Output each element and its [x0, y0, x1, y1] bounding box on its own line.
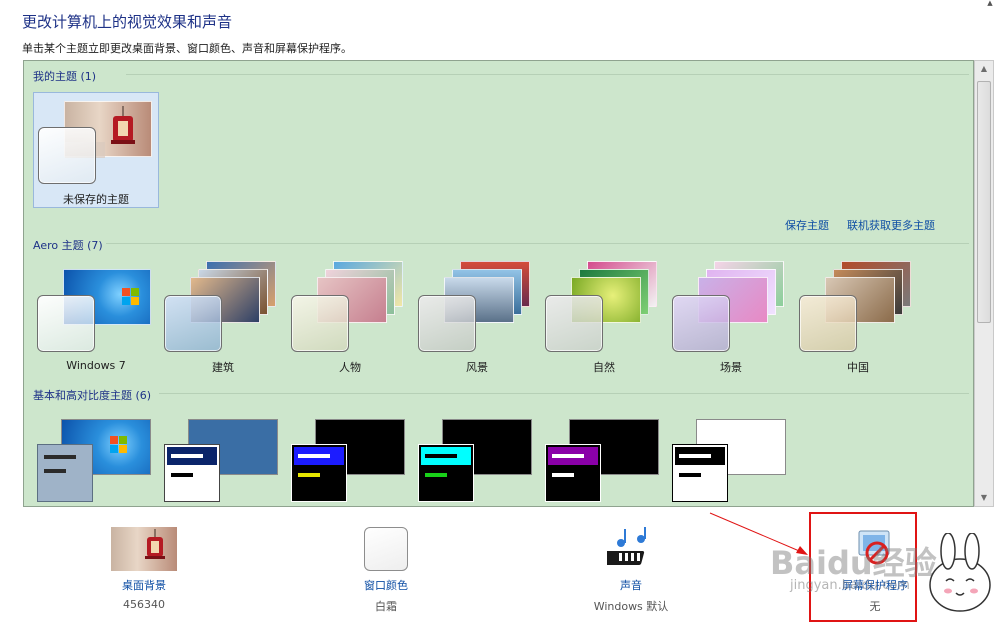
- music-notes-keyboard-icon: [607, 527, 646, 565]
- theme-name: 人物: [339, 361, 361, 374]
- save-theme-link[interactable]: 保存主题: [785, 217, 829, 233]
- theme-name: 建筑: [212, 361, 234, 374]
- scroll-up-arrow-icon[interactable]: ▲: [975, 61, 993, 77]
- theme-name: 场景: [720, 361, 742, 374]
- theme-high-contrast-2[interactable]: [414, 419, 540, 509]
- window-color-swatch: [37, 444, 93, 502]
- theme-scenes[interactable]: 场景: [668, 261, 794, 377]
- window-color-swatch: [672, 295, 730, 352]
- scroll-up-arrow-icon[interactable]: ▲: [985, 0, 995, 7]
- section-divider: [159, 393, 969, 394]
- window-color-swatch: [418, 295, 476, 352]
- theme-unsaved[interactable]: 未保存的主题: [33, 92, 159, 208]
- window-color-swatch: [672, 444, 728, 502]
- desktop-background-value: 456340: [123, 598, 165, 611]
- window-color-setting[interactable]: 窗口颜色 白霜: [326, 527, 446, 614]
- window-color-swatch: [37, 295, 95, 352]
- window-color-swatch: [545, 295, 603, 352]
- theme-name: 风景: [466, 361, 488, 374]
- section-basic-themes-heading: 基本和高对比度主题 (6): [33, 389, 152, 402]
- section-my-themes-heading: 我的主题 (1): [33, 70, 97, 83]
- get-more-themes-online-link[interactable]: 联机获取更多主题: [847, 217, 935, 233]
- page-subtitle: 单击某个主题立即更改桌面背景、窗口颜色、声音和屏幕保护程序。: [22, 42, 352, 55]
- theme-china[interactable]: 中国: [795, 261, 921, 377]
- window-color-swatch: [418, 444, 474, 502]
- theme-name: 未保存的主题: [63, 193, 129, 206]
- theme-name: Windows 7: [66, 359, 126, 372]
- lantern-icon: [145, 529, 165, 559]
- theme-landscapes[interactable]: 风景: [414, 261, 540, 377]
- theme-high-contrast-1[interactable]: [287, 419, 413, 509]
- baidu-watermark-url: jingyan.baidu.com: [790, 578, 910, 593]
- theme-characters[interactable]: 人物: [287, 261, 413, 377]
- vertical-scrollbar[interactable]: ▲ ▼: [974, 60, 994, 507]
- theme-gallery: 我的主题 (1) 未保存的主题 保存主题 联机获取更多主题 Aero 主题 (7…: [23, 60, 974, 507]
- section-divider: [106, 243, 969, 244]
- scrollbar-thumb[interactable]: [977, 81, 991, 323]
- window-color-swatch: [291, 295, 349, 352]
- window-color-swatch: [164, 444, 220, 502]
- theme-nature[interactable]: 自然: [541, 261, 667, 377]
- sound-setting[interactable]: 声音 Windows 默认: [571, 527, 691, 614]
- window-color-swatch: [545, 444, 601, 502]
- section-divider: [126, 74, 969, 75]
- window-color-label: 窗口颜色: [364, 579, 408, 592]
- sound-value: Windows 默认: [593, 600, 669, 613]
- theme-name: 中国: [847, 361, 869, 374]
- window-color-swatch: [164, 295, 222, 352]
- window-color-swatch: [799, 295, 857, 352]
- theme-architecture[interactable]: 建筑: [160, 261, 286, 377]
- desktop-background-setting[interactable]: 桌面背景 456340: [84, 527, 204, 611]
- theme-high-contrast-white[interactable]: [668, 419, 794, 509]
- desktop-background-thumbnail: [111, 527, 177, 571]
- window-color-swatch: [38, 127, 96, 184]
- desktop-background-label: 桌面背景: [122, 579, 166, 592]
- page-title: 更改计算机上的视觉效果和声音: [22, 13, 233, 31]
- theme-windows7-basic[interactable]: [33, 419, 159, 509]
- mascot-icon: [929, 533, 991, 612]
- theme-name: 自然: [593, 361, 615, 374]
- section-aero-themes-heading: Aero 主题 (7): [33, 239, 103, 252]
- window-color-swatch: [364, 527, 408, 571]
- scroll-down-arrow-icon[interactable]: ▼: [975, 490, 993, 506]
- theme-high-contrast-black[interactable]: [541, 419, 667, 509]
- theme-windows7[interactable]: Windows 7: [33, 261, 159, 377]
- theme-windows-classic[interactable]: [160, 419, 286, 509]
- window-color-value: 白霜: [375, 600, 397, 613]
- window-color-swatch: [291, 444, 347, 502]
- sound-label: 声音: [620, 579, 642, 592]
